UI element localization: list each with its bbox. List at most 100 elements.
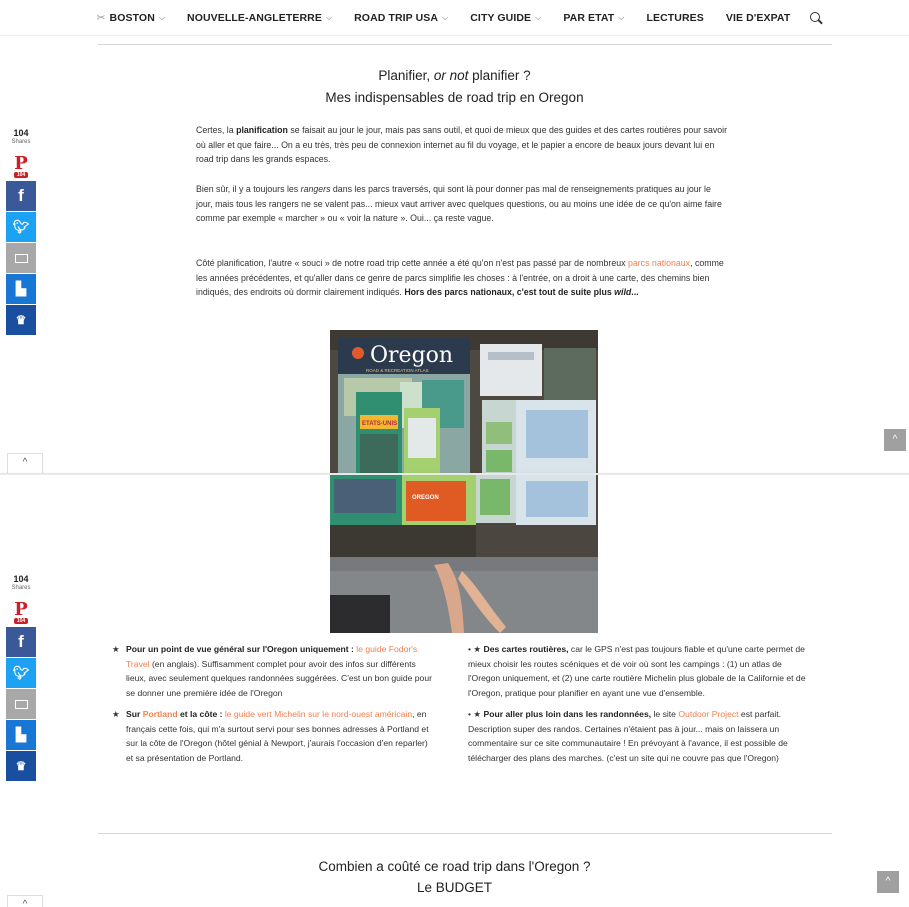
scroll-up-tab[interactable]: ^ [7, 895, 43, 907]
viewport-bottom: OREGON 104 Shares P 104 f 🐦︎ ▙ ♛ ★ Pour un… [0, 475, 909, 907]
title-emphasis: or not [433, 68, 469, 83]
back-to-top-button[interactable]: ^ [884, 429, 906, 451]
email-icon [14, 699, 28, 709]
facebook-button[interactable]: f [6, 627, 36, 657]
section-divider [98, 833, 832, 834]
text-bold: Sur [126, 709, 143, 719]
nav-label: ROAD TRIP USA [354, 11, 439, 24]
text: Certes, la [196, 125, 237, 135]
outdoor-project-link[interactable]: Outdoor Project [678, 709, 738, 719]
facebook-icon: f [18, 632, 24, 651]
viewport-top: ✂ BOSTON ⌵ NOUVELLE-ANGLETERRE ⌵ ROAD TRIP … [0, 0, 909, 473]
text-bold: planification [236, 125, 288, 135]
pinterest-icon: P [14, 598, 28, 620]
pin-count: 104 [13, 617, 29, 624]
star-icon: ★ [112, 709, 120, 719]
share-label: Shares [11, 585, 31, 591]
bullet-star: • ★ [468, 709, 484, 719]
chevron-down-icon: ⌵ [325, 12, 333, 22]
text-bold: Hors des parcs nationaux, c'est tout de … [404, 287, 638, 297]
nav-label: PAR ETAT [563, 11, 615, 24]
text: Côté planification, l'autre « souci » de… [196, 258, 628, 268]
email-button[interactable] [6, 689, 36, 719]
portland-link[interactable]: Portland [143, 709, 178, 719]
budget-section-subtitle: Le BUDGET [416, 880, 493, 895]
facebook-icon: f [18, 186, 24, 205]
share-count: 104 [13, 128, 29, 138]
flipboard-icon: ▙ [16, 281, 26, 296]
paragraph-1: Certes, la planification se faisait au j… [196, 123, 728, 167]
guides-and-feet-image: OREGON [330, 475, 598, 633]
nav-item-road-trip-usa[interactable]: ROAD TRIP USA ⌵ [343, 12, 459, 24]
nav-label: BOSTON [109, 11, 155, 24]
guides-list-left: ★ Pour un point de vue général sur l'Oreg… [112, 642, 432, 772]
twitter-icon: 🐦︎ [12, 665, 30, 680]
crown-icon: ♛ [15, 759, 27, 773]
section-subtitle: Mes indispensables de road trip en Orego… [325, 90, 584, 105]
guide-vert-michelin-link[interactable]: le guide vert Michelin sur le nord-ouest… [225, 709, 412, 719]
nav-item-city-guide[interactable]: CITY GUIDE ⌵ [459, 12, 552, 24]
pinterest-button[interactable]: P 104 [6, 150, 36, 180]
share-label: Shares [11, 139, 31, 145]
section-divider [98, 44, 832, 45]
nav-label: LECTURES [646, 11, 704, 24]
flipboard-button[interactable]: ▙ [6, 720, 36, 750]
back-to-top-button[interactable]: ^ [877, 871, 899, 893]
guide-label: ETATS-UNIS [362, 421, 397, 427]
scissors-icon: ✂ [96, 11, 106, 24]
section-title: Planifier, or not planifier ? [0, 66, 909, 86]
text: (en anglais). Suffisamment complet pour … [126, 658, 432, 698]
text-bold: et la côte : [177, 709, 225, 719]
crown-button[interactable]: ♛ [6, 305, 36, 335]
chevron-down-icon: ⌵ [158, 12, 166, 22]
atlas-subtitle: ROAD & RECREATION ATLAS [366, 368, 429, 373]
pinterest-button[interactable]: P 104 [6, 596, 36, 626]
main-nav: ✂ BOSTON ⌵ NOUVELLE-ANGLETERRE ⌵ ROAD TRIP … [0, 0, 909, 36]
scroll-up-tab[interactable]: ^ [7, 453, 43, 473]
share-count: 104 [13, 574, 29, 584]
pin-count: 104 [13, 171, 29, 178]
twitter-button[interactable]: 🐦︎ [6, 212, 36, 242]
chevron-up-icon: ^ [885, 876, 891, 887]
guides-and-maps-image: Oregon ROAD & RECREATION ATLAS ETATS-UNI… [330, 330, 598, 473]
crown-icon: ♛ [15, 313, 27, 327]
budget-section-title: Combien a coûté ce road trip dans l'Oreg… [318, 859, 591, 874]
list-item: • ★ Des cartes routières, car le GPS n'e… [468, 642, 806, 700]
road-trip-photo-top: Oregon ROAD & RECREATION ATLAS ETATS-UNI… [330, 330, 598, 473]
text-bold: Des cartes routières, [483, 644, 569, 654]
text: ... [631, 287, 639, 298]
paragraph-3: Côté planification, l'autre « souci » de… [196, 256, 728, 300]
nav-item-nouvelle-angleterre[interactable]: NOUVELLE-ANGLETERRE ⌵ [176, 12, 343, 24]
list-item: ★ Pour un point de vue général sur l'Oreg… [112, 642, 432, 700]
text: le site [651, 709, 679, 719]
guides-list-right: • ★ Des cartes routières, car le GPS n'e… [468, 642, 806, 772]
atlas-title: Oregon [370, 343, 453, 368]
flipboard-button[interactable]: ▙ [6, 274, 36, 304]
paragraph-2: Bien sûr, il y a toujours les rangers da… [196, 182, 728, 226]
text: Hors des parcs nationaux, c'est tout de … [404, 287, 615, 298]
search-icon[interactable] [809, 11, 823, 25]
chevron-up-icon: ^ [22, 457, 28, 468]
nav-item-lectures[interactable]: LECTURES [635, 12, 714, 24]
title-part: Planifier, [378, 68, 434, 83]
nav-label: NOUVELLE-ANGLETERRE [187, 11, 322, 24]
email-button[interactable] [6, 243, 36, 273]
nav-item-par-etat[interactable]: PAR ETAT ⌵ [552, 12, 635, 24]
text-bold: Pour un point de vue général sur l'Orego… [126, 644, 357, 654]
chevron-down-icon: ⌵ [442, 12, 449, 22]
title-part: planifier ? [468, 68, 531, 83]
twitter-button[interactable]: 🐦︎ [6, 658, 36, 688]
share-bar: 104 Shares P 104 f 🐦︎ ▙ ♛ [6, 129, 36, 336]
email-icon [14, 253, 28, 263]
pinterest-icon: P [14, 152, 28, 174]
crown-button[interactable]: ♛ [6, 751, 36, 781]
nav-item-boston[interactable]: ✂ BOSTON ⌵ [86, 12, 176, 24]
parcs-nationaux-link[interactable]: parcs nationaux [628, 258, 690, 268]
nav-item-vie-dexpat[interactable]: VIE D'EXPAT [715, 12, 801, 24]
chevron-down-icon: ⌵ [535, 12, 542, 22]
nav-label: CITY GUIDE [470, 11, 532, 24]
flipboard-icon: ▙ [16, 727, 26, 742]
list-item: • ★ Pour aller plus loin dans les randon… [468, 707, 806, 765]
facebook-button[interactable]: f [6, 181, 36, 211]
twitter-icon: 🐦︎ [12, 219, 30, 234]
